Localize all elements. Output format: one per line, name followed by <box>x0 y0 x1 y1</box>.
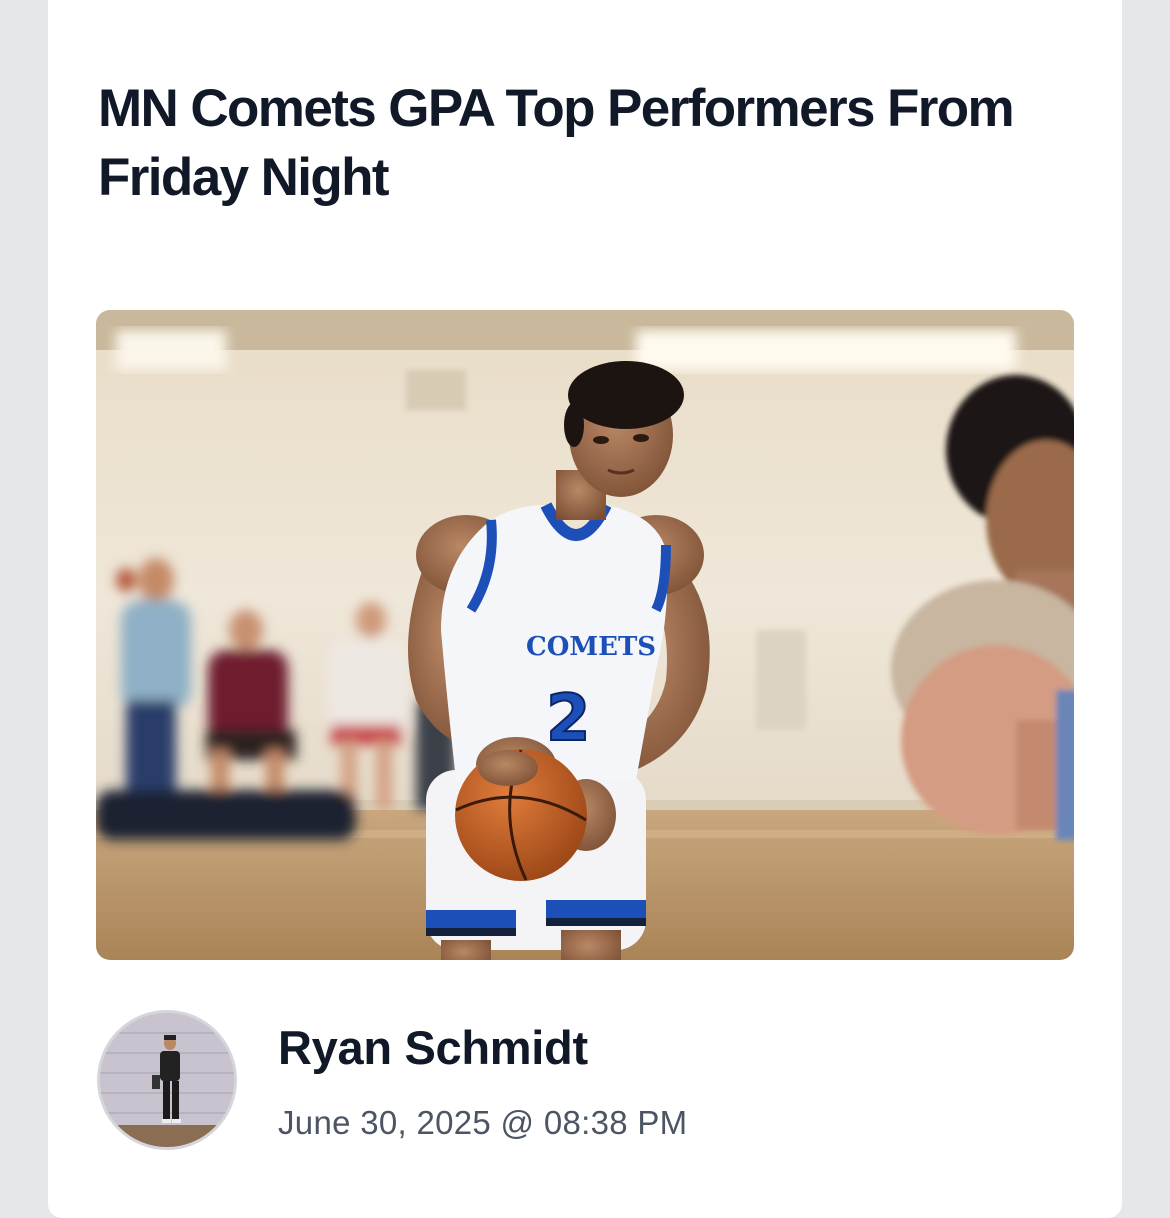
article-hero-image[interactable]: COMETS 2 <box>96 310 1074 960</box>
jersey-team-text: COMETS <box>526 632 656 662</box>
author-name[interactable]: Ryan Schmidt <box>278 1020 588 1075</box>
jersey-number-text: 2 <box>546 682 591 756</box>
post-date: June 30, 2025 @ 08:38 PM <box>278 1104 688 1141</box>
article-card: MN Comets GPA Top Performers From Friday… <box>48 0 1122 1218</box>
article-title[interactable]: MN Comets GPA Top Performers From Friday… <box>98 74 1028 212</box>
author-avatar[interactable] <box>97 1010 237 1150</box>
